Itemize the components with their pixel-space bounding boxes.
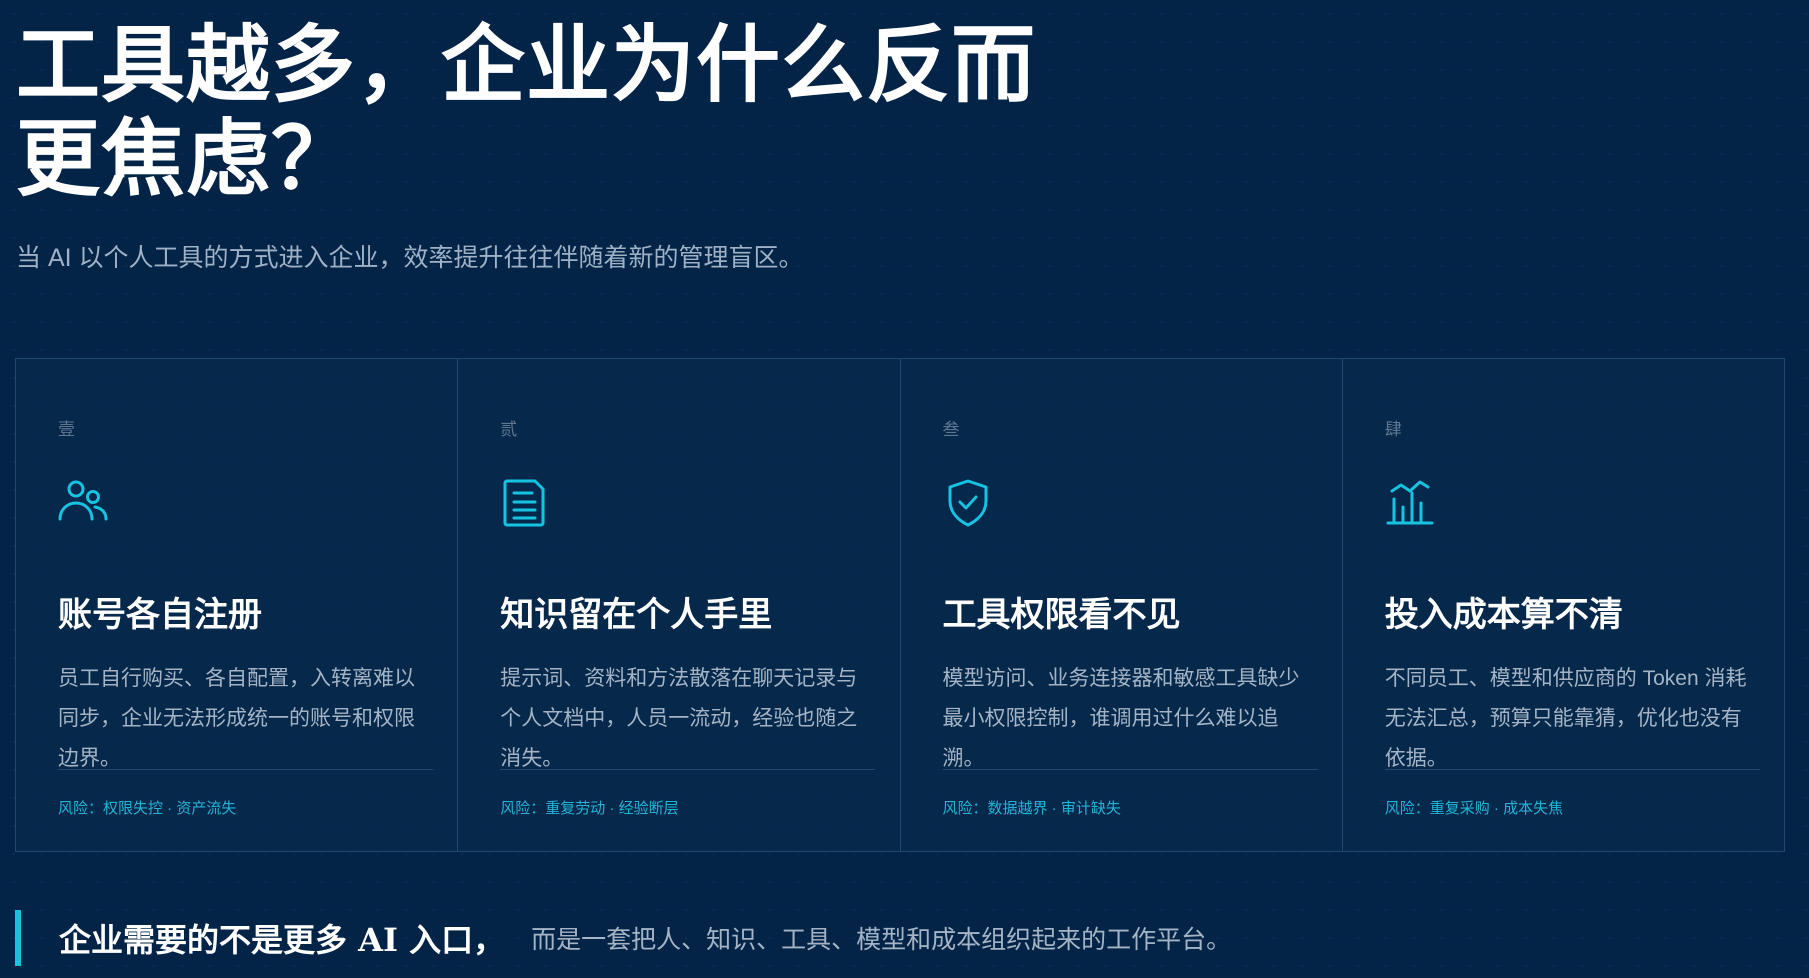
shield-check-icon — [942, 477, 994, 529]
card-knowledge: 贰 知识留在个人手里 提示词、资料和方法散落在聊天记录与个人文档中，人员一流动，… — [458, 359, 901, 851]
card-divider — [58, 769, 433, 770]
card-divider — [942, 769, 1318, 770]
callout-strong: 企业需要的不是更多 AI 入口， — [59, 921, 506, 959]
callout-rest: 而是一套把人、知识、工具、模型和成本组织起来的工作平台。 — [531, 926, 1232, 954]
card-title: 投入成本算不清 — [1384, 595, 1623, 635]
card-index: 壹 — [58, 420, 75, 440]
document-icon — [499, 477, 551, 529]
card-index: 贰 — [500, 420, 518, 440]
page-subtitle: 当 AI 以个人工具的方式进入企业，效率提升往往伴随着新的管理盲区。 — [16, 244, 804, 272]
page-title: 工具越多，企业为什么反而更焦虑？ — [16, 15, 1037, 208]
card-risk: 风险：重复劳动 · 经验断层 — [500, 800, 679, 817]
chart-bars-icon — [1384, 477, 1436, 529]
card-title: 账号各自注册 — [58, 595, 262, 635]
pain-points-grid: 壹 账号各自注册 员工自行购买、各自配置，入转离难以同步，企业无法形成统一的账号… — [15, 358, 1785, 852]
card-description: 不同员工、模型和供应商的 Token 消耗无法汇总，预算只能靠猜，优化也没有依据… — [1384, 667, 1747, 770]
card-risk: 风险：权限失控 · 资产流失 — [58, 800, 237, 817]
card-permissions: 叁 工具权限看不见 模型访问、业务连接器和敏感工具缺少最小权限控制，谁调用过什么… — [901, 359, 1343, 851]
card-index: 叁 — [942, 420, 960, 440]
card-index: 肆 — [1384, 420, 1402, 440]
card-accounts: 壹 账号各自注册 员工自行购买、各自配置，入转离难以同步，企业无法形成统一的账号… — [16, 359, 459, 851]
users-icon — [57, 477, 109, 529]
card-description: 员工自行购买、各自配置，入转离难以同步，企业无法形成统一的账号和权限边界。 — [58, 667, 415, 770]
card-costs: 肆 投入成本算不清 不同员工、模型和供应商的 Token 消耗无法汇总，预算只能… — [1343, 359, 1784, 851]
card-risk: 风险：数据越界 · 审计缺失 — [942, 800, 1121, 817]
callout-accent-bar — [15, 910, 21, 966]
card-divider — [1384, 769, 1760, 770]
card-description: 模型访问、业务连接器和敏感工具缺少最小权限控制，谁调用过什么难以追溯。 — [942, 667, 1300, 770]
card-title: 工具权限看不见 — [942, 595, 1181, 635]
callout: 企业需要的不是更多 AI 入口， 而是一套把人、知识、工具、模型和成本组织起来的… — [15, 910, 1231, 966]
card-description: 提示词、资料和方法散落在聊天记录与个人文档中，人员一流动，经验也随之消失。 — [500, 667, 858, 770]
card-risk: 风险：重复采购 · 成本失焦 — [1384, 800, 1564, 817]
card-title: 知识留在个人手里 — [500, 595, 773, 635]
card-divider — [500, 769, 876, 770]
